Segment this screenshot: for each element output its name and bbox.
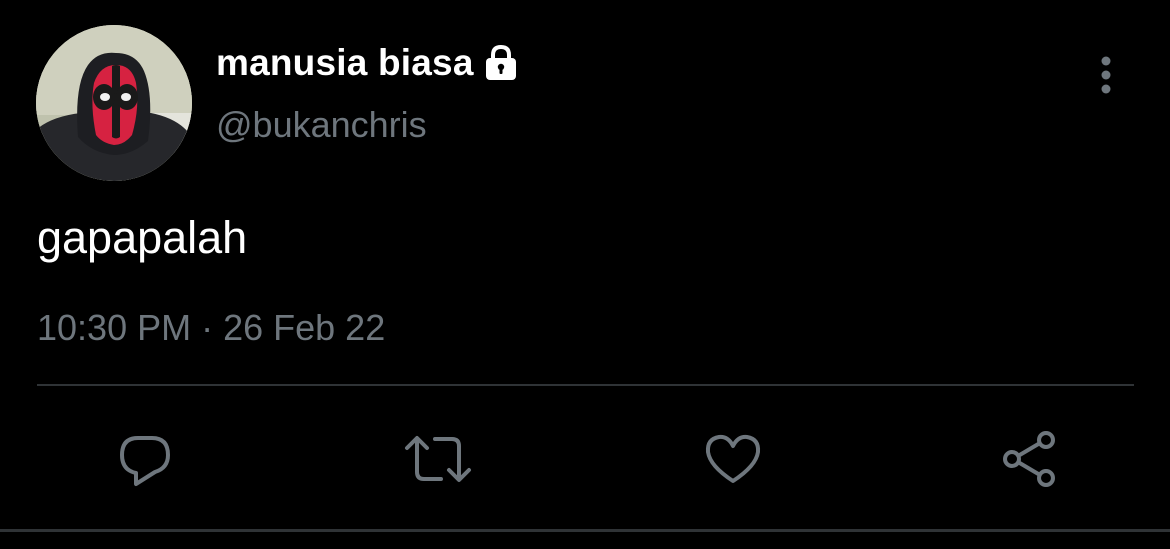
lock-icon [482, 44, 520, 82]
bottom-divider [0, 529, 1170, 532]
tweet-text: gapapalah [37, 212, 248, 263]
user-handle[interactable]: @bukanchris [216, 104, 427, 146]
reply-icon [120, 436, 170, 486]
display-name[interactable]: manusia biasa [216, 40, 520, 86]
action-bar [0, 424, 1170, 494]
avatar[interactable] [36, 25, 192, 181]
divider [37, 384, 1134, 386]
tweet-time: 10:30 PM [37, 307, 192, 348]
retweet-button[interactable] [403, 424, 473, 494]
more-options-button[interactable] [1088, 52, 1124, 98]
avatar-image [36, 25, 192, 181]
retweet-icon [405, 436, 471, 482]
share-icon [1003, 431, 1055, 487]
heart-icon [705, 434, 761, 483]
like-button[interactable] [698, 424, 768, 494]
tweet-timestamp[interactable]: 10:30 PM · 26 Feb 22 [37, 307, 385, 349]
more-vertical-icon [1101, 56, 1111, 94]
timestamp-separator: · [191, 307, 224, 348]
tweet-date: 26 Feb 22 [223, 307, 386, 348]
display-name-text[interactable]: manusia biasa [216, 42, 474, 84]
share-button[interactable] [994, 424, 1064, 494]
reply-button[interactable] [110, 424, 180, 494]
